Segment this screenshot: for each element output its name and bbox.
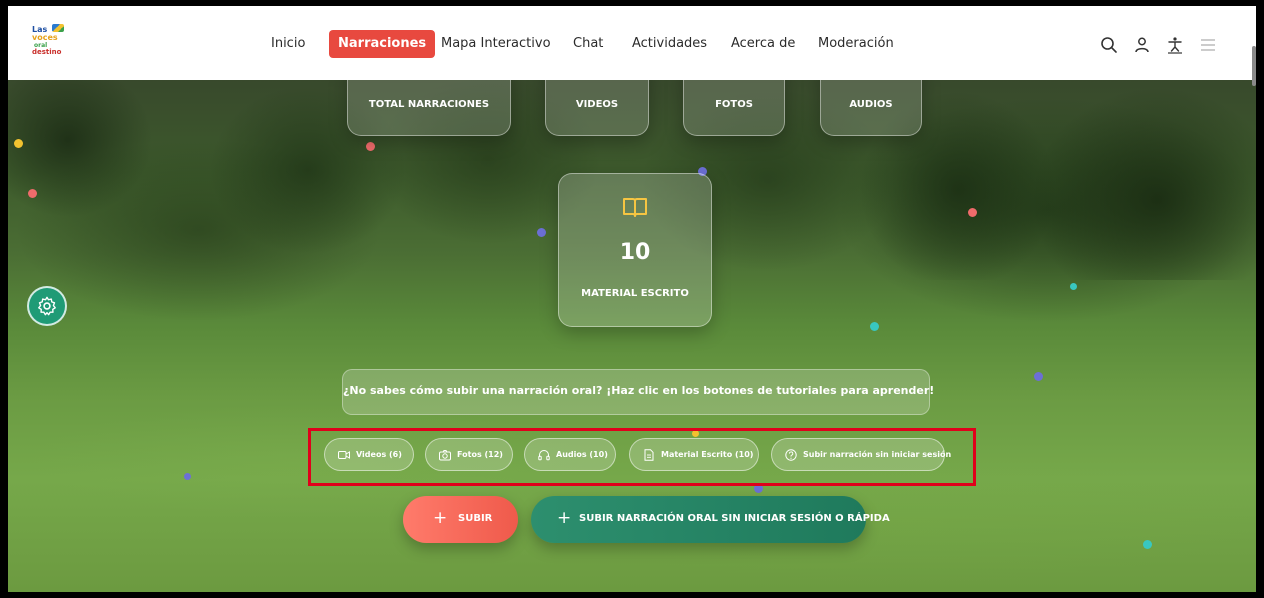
material-escrito-label: MATERIAL ESCRITO: [581, 288, 689, 299]
menu-item-inicio[interactable]: Inicio: [271, 30, 305, 58]
accessibility-icon[interactable]: [1166, 36, 1184, 54]
browser-viewport: Las voces oral destino Inicio Narracione…: [8, 6, 1256, 592]
menu-item-mapa-interactivo[interactable]: Mapa Interactivo: [441, 30, 551, 58]
logo-text-2: voces: [32, 33, 58, 42]
document-icon: [644, 449, 654, 461]
tutorial-sin-sesion-button[interactable]: Subir narración sin iniciar sesión: [771, 438, 951, 471]
menu-item-narraciones[interactable]: Narraciones: [329, 30, 436, 58]
stat-label: AUDIOS: [849, 99, 893, 110]
stat-card-fotos[interactable]: FOTOS: [683, 80, 785, 136]
confetti-dot: [1034, 372, 1043, 381]
confetti-dot: [1070, 283, 1077, 290]
site-logo[interactable]: Las voces oral destino: [32, 24, 66, 62]
tutorial-fotos-label: Fotos (12): [457, 450, 503, 459]
stat-card-videos[interactable]: VIDEOS: [545, 80, 649, 136]
menu-item-actividades[interactable]: Actividades: [632, 30, 707, 58]
tutorial-videos-button[interactable]: Videos (6): [324, 438, 414, 471]
confetti-dot: [870, 322, 879, 331]
confetti-dot: [14, 139, 23, 148]
logo-flag-icon: [52, 24, 64, 32]
material-escrito-count: 10: [619, 240, 651, 265]
confetti-dot: [366, 142, 375, 151]
help-circle-icon: [785, 449, 797, 461]
settings-button[interactable]: [27, 286, 67, 326]
user-icon[interactable]: [1133, 36, 1151, 54]
tutorial-material-escrito-button[interactable]: Material Escrito (10): [629, 438, 759, 471]
subir-button[interactable]: + SUBIR: [403, 496, 518, 543]
camera-icon: [439, 450, 451, 461]
stat-card-material-escrito[interactable]: 10 MATERIAL ESCRITO: [558, 173, 712, 327]
confetti-dot: [184, 473, 191, 480]
menu-item-chat[interactable]: Chat: [573, 30, 603, 58]
stat-label: TOTAL NARRACIONES: [368, 99, 490, 110]
tutorial-banner-text: ¿No sabes cómo subir una narración oral?…: [343, 384, 935, 397]
tutorial-audios-label: Audios (10): [556, 450, 608, 459]
tutorial-sin-sesion-label: Subir narración sin iniciar sesión: [803, 450, 952, 459]
search-icon[interactable]: [1100, 36, 1118, 54]
video-camera-icon: [338, 451, 350, 459]
stat-card-total-narraciones[interactable]: TOTAL NARRACIONES: [347, 80, 511, 136]
menu-item-moderacion[interactable]: Moderación: [818, 30, 894, 58]
stat-card-audios[interactable]: AUDIOS: [820, 80, 922, 136]
confetti-dot: [968, 208, 977, 217]
tutorial-videos-label: Videos (6): [356, 450, 402, 459]
menu-item-acerca-de[interactable]: Acerca de: [731, 30, 795, 58]
subir-sin-sesion-label: SUBIR NARRACIÓN ORAL SIN INICIAR SESIÓN …: [579, 513, 890, 524]
page-scrollbar[interactable]: [1252, 46, 1256, 86]
confetti-dot: [537, 228, 546, 237]
menu-icon[interactable]: [1199, 36, 1217, 54]
gear-icon: [38, 296, 56, 316]
tutorial-audios-button[interactable]: Audios (10): [524, 438, 616, 471]
subir-sin-sesion-button[interactable]: + SUBIR NARRACIÓN ORAL SIN INICIAR SESIÓ…: [531, 496, 890, 543]
stat-label: FOTOS: [715, 99, 753, 110]
tutorial-material-escrito-label: Material Escrito (10): [661, 450, 754, 459]
plus-icon: +: [433, 508, 448, 528]
confetti-dot: [28, 189, 37, 198]
book-icon: [623, 198, 647, 217]
tutorial-banner: ¿No sabes cómo subir una narración oral?…: [342, 369, 935, 415]
hero-section: TOTAL NARRACIONES VIDEOS FOTOS AUDIOS 10…: [8, 80, 1256, 592]
headphones-icon: [538, 450, 550, 461]
confetti-dot: [1143, 540, 1152, 549]
tutorial-fotos-button[interactable]: Fotos (12): [425, 438, 513, 471]
subir-label: SUBIR: [458, 513, 493, 524]
top-navbar: Las voces oral destino Inicio Narracione…: [8, 6, 1256, 80]
logo-text-4: destino: [32, 48, 62, 56]
plus-icon: +: [557, 508, 572, 528]
stat-label: VIDEOS: [575, 99, 619, 110]
